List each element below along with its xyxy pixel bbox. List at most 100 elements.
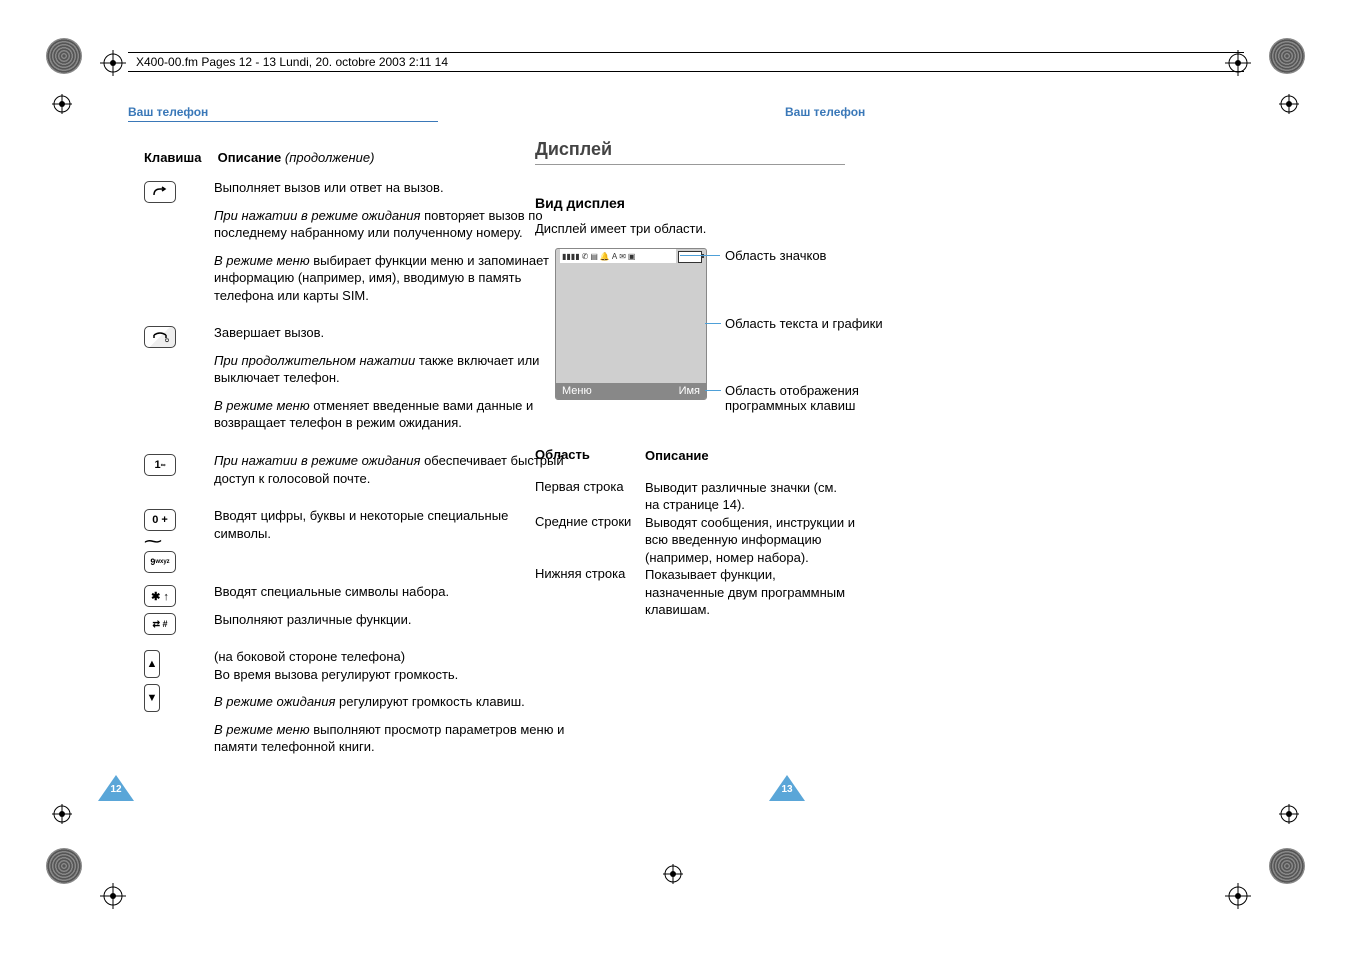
page-title: Дисплей bbox=[535, 139, 845, 165]
key-row: Выполняет вызов или ответ на вызов. При н… bbox=[144, 179, 568, 314]
description-paragraph: В режиме меню отменяет введенные вами да… bbox=[214, 397, 568, 432]
end-key-icon: ⏻ bbox=[144, 326, 176, 348]
reg-mark-icon bbox=[52, 94, 72, 114]
nine-key-icon: 9 wxyz bbox=[144, 551, 176, 573]
key-icon-column: ✱ ↑⇄ # bbox=[144, 583, 214, 635]
area-name: Средние строки bbox=[535, 514, 645, 567]
description-paragraph: (на боковой стороне телефона) Во время в… bbox=[214, 648, 568, 683]
key-description-column: Вводят специальные символы набора. Выполн… bbox=[214, 583, 568, 638]
italic-lead: В режиме ожидания bbox=[214, 694, 335, 709]
crop-mark-icon bbox=[100, 50, 126, 76]
volume-down-key-icon: ▼ bbox=[144, 684, 160, 712]
table-header-left: Клавиша Описание (продолжение) bbox=[144, 150, 568, 169]
svg-text:⏻: ⏻ bbox=[165, 338, 169, 343]
section-header-left: Ваш телефон bbox=[128, 105, 438, 122]
rosette-decoration bbox=[46, 38, 82, 74]
description-paragraph: В режиме меню выбирает функции меню и за… bbox=[214, 252, 568, 305]
callout-softkeys: Область отображения программных клавиш bbox=[725, 383, 895, 413]
mms-icon: ▣ bbox=[628, 252, 636, 261]
italic-lead: В режиме меню bbox=[214, 253, 310, 268]
area-description: Выводят сообщения, инструкции и всю введ… bbox=[645, 514, 855, 567]
rosette-decoration bbox=[1269, 848, 1305, 884]
key-row: 1 ∞ При нажатии в режиме ожидания обеспеч… bbox=[144, 452, 568, 497]
callout-line bbox=[680, 255, 720, 256]
softkey-left-label: Меню bbox=[562, 385, 592, 397]
screen-icon-bar: ▮▮▮▮ ✆ ▤ 🔔 A ✉ ▣ bbox=[560, 249, 676, 263]
crop-mark-icon bbox=[1225, 883, 1251, 909]
zero-key-icon: 0 + bbox=[144, 509, 176, 531]
italic-lead: В режиме меню bbox=[214, 722, 310, 737]
rosette-decoration bbox=[46, 848, 82, 884]
key-icon-column: 1 ∞ bbox=[144, 452, 214, 476]
key-description-column: Завершает вызов. При продолжительном нажа… bbox=[214, 324, 568, 442]
a-icon: A bbox=[612, 252, 617, 261]
callout-line bbox=[705, 323, 721, 324]
volume-up-key-icon: ▲ bbox=[144, 650, 160, 678]
area-name: Первая строка bbox=[535, 479, 645, 514]
key-row: ▲▼(на боковой стороне телефона) Во время… bbox=[144, 648, 568, 766]
key-description-column: При нажатии в режиме ожидания обеспечива… bbox=[214, 452, 568, 497]
description-paragraph: В режиме ожидания регулируют громкость к… bbox=[214, 693, 568, 711]
envelope-icon: ✉ bbox=[619, 252, 626, 261]
signal-icon: ▮▮▮▮ bbox=[562, 252, 580, 261]
key-icon-column: ▲▼ bbox=[144, 648, 214, 712]
description-paragraph: Завершает вызов. bbox=[214, 324, 568, 342]
section-header-right: Ваш телефон bbox=[785, 105, 1095, 121]
subtitle: Вид дисплея bbox=[535, 195, 1195, 211]
softkey-bar: Меню Имя bbox=[556, 383, 706, 399]
area-table-row: Первая строкаВыводит различные значки (с… bbox=[535, 479, 855, 514]
italic-lead: В режиме меню bbox=[214, 398, 310, 413]
key-description-column: Вводят цифры, буквы и некоторые специаль… bbox=[214, 507, 568, 552]
area-description: Выводит различные значки (см. на страниц… bbox=[645, 479, 855, 514]
description-paragraph: При продолжительном нажатии также включа… bbox=[214, 352, 568, 387]
description-paragraph: В режиме меню выполняют просмотр парамет… bbox=[214, 721, 568, 756]
display-figure: ▮▮▮▮ ✆ ▤ 🔔 A ✉ ▣ Меню Имя Область значко… bbox=[535, 248, 1195, 423]
key-icon-column: ⏻ bbox=[144, 324, 214, 348]
col-key-label: Клавиша bbox=[144, 150, 214, 165]
key-icon-column: 0 + ⁓ 9 wxyz bbox=[144, 507, 214, 573]
area-table-row: Средние строкиВыводят сообщения, инструк… bbox=[535, 514, 855, 567]
range-icon: ⁓ bbox=[144, 537, 162, 545]
key-description-column: (на боковой стороне телефона) Во время в… bbox=[214, 648, 568, 766]
phone-screen-diagram: ▮▮▮▮ ✆ ▤ 🔔 A ✉ ▣ Меню Имя bbox=[555, 248, 707, 400]
vibrate-icon: ▤ bbox=[590, 252, 598, 261]
col-area-label: Область bbox=[535, 447, 645, 465]
reg-mark-icon bbox=[52, 804, 72, 824]
callout-icons: Область значков bbox=[725, 248, 826, 263]
description-paragraph: При нажатии в режиме ожидания повторяет … bbox=[214, 207, 568, 242]
callout-line bbox=[705, 390, 721, 391]
bell-icon: 🔔 bbox=[600, 252, 610, 261]
softkey-right-label: Имя bbox=[679, 385, 700, 397]
rosette-decoration bbox=[1269, 38, 1305, 74]
call-icon: ✆ bbox=[582, 252, 589, 261]
area-name: Нижняя строка bbox=[535, 566, 645, 619]
intro-text: Дисплей имеет три области. bbox=[535, 221, 1195, 236]
reg-mark-icon bbox=[1279, 94, 1299, 114]
document-header: X400-00.fm Pages 12 - 13 Lundi, 20. octo… bbox=[128, 52, 1244, 72]
page-number-left: 12 bbox=[98, 775, 134, 801]
italic-lead: При продолжительном нажатии bbox=[214, 353, 415, 368]
key-row: ✱ ↑⇄ #Вводят специальные символы набора.… bbox=[144, 583, 568, 638]
callout-text-graphics: Область текста и графики bbox=[725, 316, 883, 331]
call-key-icon bbox=[144, 181, 176, 203]
hash-key-icon: ⇄ # bbox=[144, 613, 176, 635]
key-row: 0 + ⁓ 9 wxyz Вводят цифры, буквы и некоторы… bbox=[144, 507, 568, 573]
one-key-icon: 1 ∞ bbox=[144, 454, 176, 476]
key-description-column: Выполняет вызов или ответ на вызов. При н… bbox=[214, 179, 568, 314]
key-row: ⏻ Завершает вызов. При продолжительном наж… bbox=[144, 324, 568, 442]
description-paragraph: Вводят цифры, буквы и некоторые специаль… bbox=[214, 507, 568, 542]
battery-icon bbox=[678, 251, 702, 263]
crop-mark-icon bbox=[100, 883, 126, 909]
continuation-label: (продолжение) bbox=[285, 150, 375, 165]
col-area-desc-label: Описание bbox=[645, 447, 855, 465]
reg-mark-icon bbox=[663, 864, 683, 884]
description-paragraph: При нажатии в режиме ожидания обеспечива… bbox=[214, 452, 568, 487]
description-paragraph: Вводят специальные символы набора. bbox=[214, 583, 568, 601]
reg-mark-icon bbox=[1279, 804, 1299, 824]
description-paragraph: Выполняют различные функции. bbox=[214, 611, 568, 629]
italic-lead: При нажатии в режиме ожидания bbox=[214, 453, 420, 468]
key-icon-column bbox=[144, 179, 214, 203]
col-desc-label: Описание bbox=[218, 150, 282, 165]
description-paragraph: Выполняет вызов или ответ на вызов. bbox=[214, 179, 568, 197]
italic-lead: При нажатии в режиме ожидания bbox=[214, 208, 420, 223]
